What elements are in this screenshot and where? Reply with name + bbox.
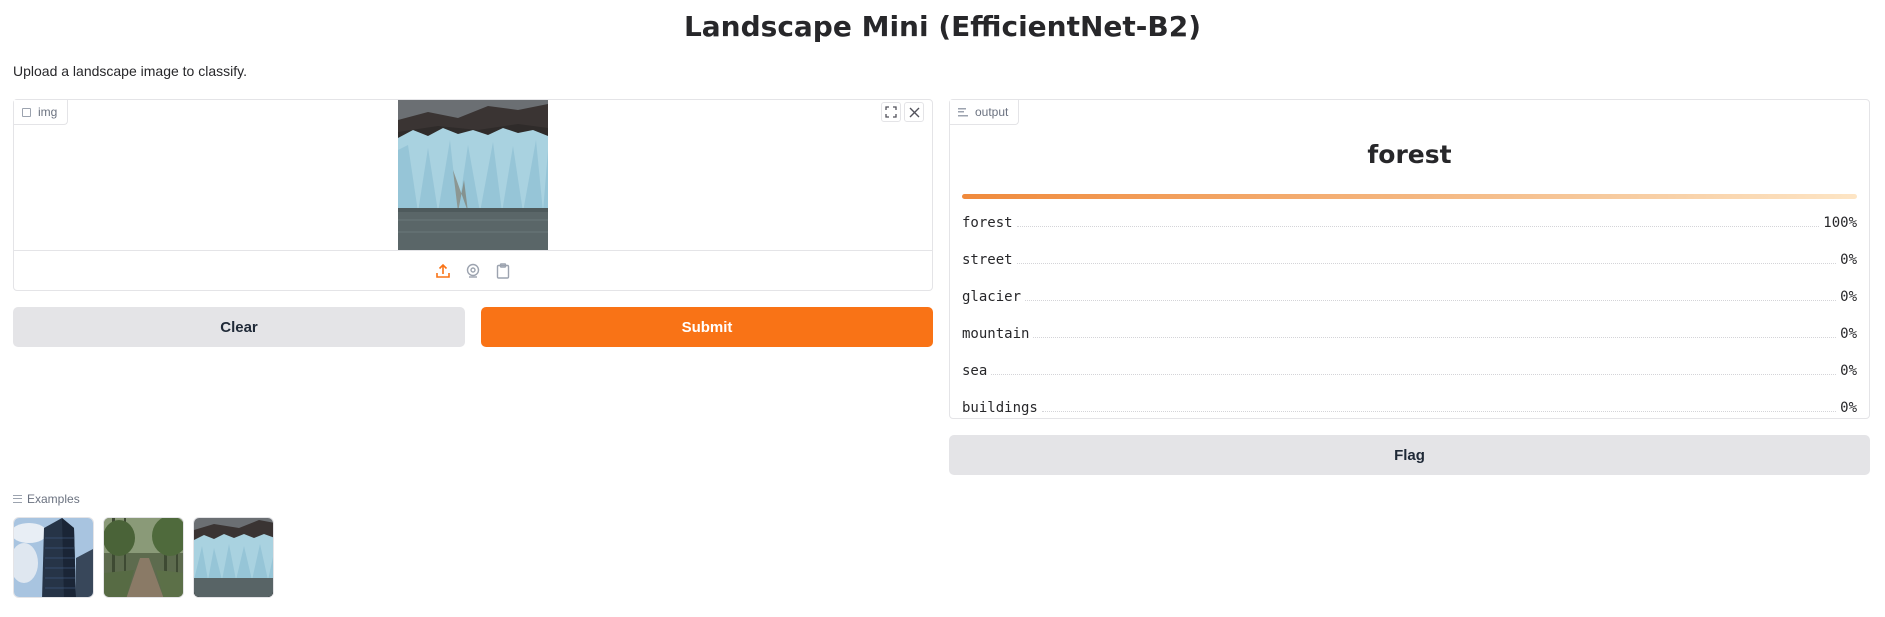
confidence-row: forest 100%	[962, 202, 1857, 239]
confidence-label: buildings	[962, 400, 1038, 416]
image-preview	[398, 100, 548, 250]
clear-image-button[interactable]	[904, 102, 924, 122]
dotted-leader	[1016, 263, 1837, 264]
app-description: Upload a landscape image to classify.	[13, 63, 247, 79]
examples-label: Examples	[27, 492, 80, 506]
confidence-label: mountain	[962, 326, 1030, 342]
close-icon	[909, 107, 919, 117]
list-icon	[13, 495, 22, 503]
confidence-row: buildings 0%	[962, 387, 1857, 424]
confidence-row: mountain 0%	[962, 313, 1857, 350]
label-output-icon	[958, 107, 968, 117]
flag-button[interactable]: Flag	[949, 435, 1870, 475]
image-source-bar	[14, 250, 932, 291]
output-panel: output forest forest 100% street 0% glacier 0…	[949, 99, 1870, 419]
image-icon	[22, 107, 31, 117]
dotted-leader	[1016, 226, 1820, 227]
confidence-value: 0%	[1840, 289, 1857, 305]
examples-gallery	[13, 517, 274, 598]
upload-icon	[436, 263, 450, 278]
webcam-button[interactable]	[463, 261, 483, 281]
upload-button[interactable]	[433, 261, 453, 281]
confidence-label: sea	[962, 363, 988, 379]
image-input-label-text: img	[38, 105, 58, 119]
confidence-row: sea 0%	[962, 350, 1857, 387]
fullscreen-icon	[885, 106, 897, 118]
confidence-label: street	[962, 252, 1013, 268]
examples-header: Examples	[13, 492, 80, 506]
submit-button[interactable]: Submit	[481, 307, 933, 347]
dotted-leader	[991, 374, 1837, 375]
confidence-bar	[962, 194, 1857, 199]
output-label-text: output	[975, 105, 1009, 119]
example-buildings[interactable]	[13, 517, 94, 598]
clipboard-icon	[496, 263, 510, 279]
confidence-value: 0%	[1840, 326, 1857, 342]
confidence-row: glacier 0%	[962, 276, 1857, 313]
example-glacier[interactable]	[193, 517, 274, 598]
confidence-value: 100%	[1823, 215, 1857, 231]
image-input-label: img	[14, 100, 69, 125]
example-forest[interactable]	[103, 517, 184, 598]
image-input-panel[interactable]: img	[13, 99, 933, 291]
confidence-label: glacier	[962, 289, 1022, 305]
confidence-value: 0%	[1840, 400, 1857, 416]
predicted-label: forest	[1367, 140, 1452, 169]
confidence-list: forest 100% street 0% glacier 0% mountain 0% sea…	[962, 202, 1857, 424]
dotted-leader	[1041, 411, 1837, 412]
output-label: output	[950, 100, 1020, 125]
dotted-leader	[1025, 300, 1837, 301]
clear-button[interactable]: Clear	[13, 307, 465, 347]
fullscreen-button[interactable]	[881, 102, 901, 122]
app-title: Landscape Mini (EfficientNet-B2)	[683, 10, 1202, 43]
confidence-label: forest	[962, 215, 1013, 231]
clipboard-button[interactable]	[493, 261, 513, 281]
dotted-leader	[1033, 337, 1837, 338]
confidence-row: street 0%	[962, 239, 1857, 276]
confidence-value: 0%	[1840, 252, 1857, 268]
webcam-icon	[466, 263, 480, 278]
confidence-value: 0%	[1840, 363, 1857, 379]
